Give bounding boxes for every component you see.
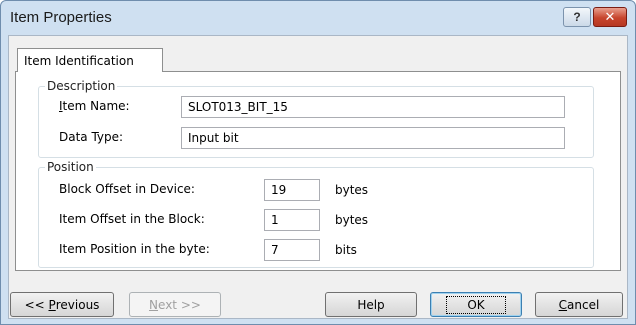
data-type-label: Data Type: bbox=[59, 130, 124, 144]
item-properties-dialog: Item Properties ? ✕ Item Identification … bbox=[0, 0, 636, 325]
block-offset-label: Block Offset in Device: bbox=[59, 182, 195, 196]
item-position-label: Item Position in the byte: bbox=[59, 242, 210, 256]
tab-label: Item Identification bbox=[24, 54, 134, 68]
previous-rest: revious bbox=[55, 297, 100, 312]
item-position-unit: bits bbox=[335, 243, 357, 257]
next-rest: ext >> bbox=[158, 297, 201, 312]
item-name-label-rest: tem Name: bbox=[62, 99, 130, 113]
next-button[interactable]: Next >> bbox=[129, 292, 221, 317]
cancel-accel: C bbox=[558, 297, 568, 312]
data-type-field[interactable]: Input bit bbox=[181, 127, 565, 149]
ok-button[interactable]: OK bbox=[430, 292, 522, 317]
dialog-body: Item Identification Description Item Nam… bbox=[8, 35, 628, 319]
help-icon[interactable]: ? bbox=[563, 7, 591, 27]
cancel-rest: ancel bbox=[567, 297, 600, 312]
ok-label: OK bbox=[446, 295, 506, 314]
tab-item-identification[interactable]: Item Identification bbox=[17, 48, 163, 72]
item-position-field[interactable]: 7 bbox=[264, 239, 320, 261]
block-offset-unit: bytes bbox=[335, 183, 369, 197]
item-offset-unit: bytes bbox=[335, 213, 369, 227]
item-name-label: Item Name: bbox=[59, 99, 130, 113]
previous-button[interactable]: << Previous bbox=[10, 292, 114, 317]
cancel-button[interactable]: Cancel bbox=[535, 292, 623, 317]
close-icon[interactable]: ✕ bbox=[593, 7, 627, 27]
item-offset-label: Item Offset in the Block: bbox=[59, 212, 205, 226]
previous-prefix: << bbox=[24, 297, 49, 312]
next-accel: N bbox=[149, 297, 159, 312]
title-bar[interactable]: Item Properties ? ✕ bbox=[1, 1, 635, 35]
block-offset-field[interactable]: 19 bbox=[264, 179, 320, 201]
dialog-title: Item Properties bbox=[10, 9, 112, 26]
item-offset-field[interactable]: 1 bbox=[264, 209, 320, 231]
item-name-field[interactable]: SLOT013_BIT_15 bbox=[181, 96, 565, 118]
help-button[interactable]: Help bbox=[325, 292, 417, 317]
previous-accel: P bbox=[48, 297, 56, 312]
position-group-title: Position bbox=[45, 160, 96, 174]
description-group-title: Description bbox=[45, 79, 118, 93]
